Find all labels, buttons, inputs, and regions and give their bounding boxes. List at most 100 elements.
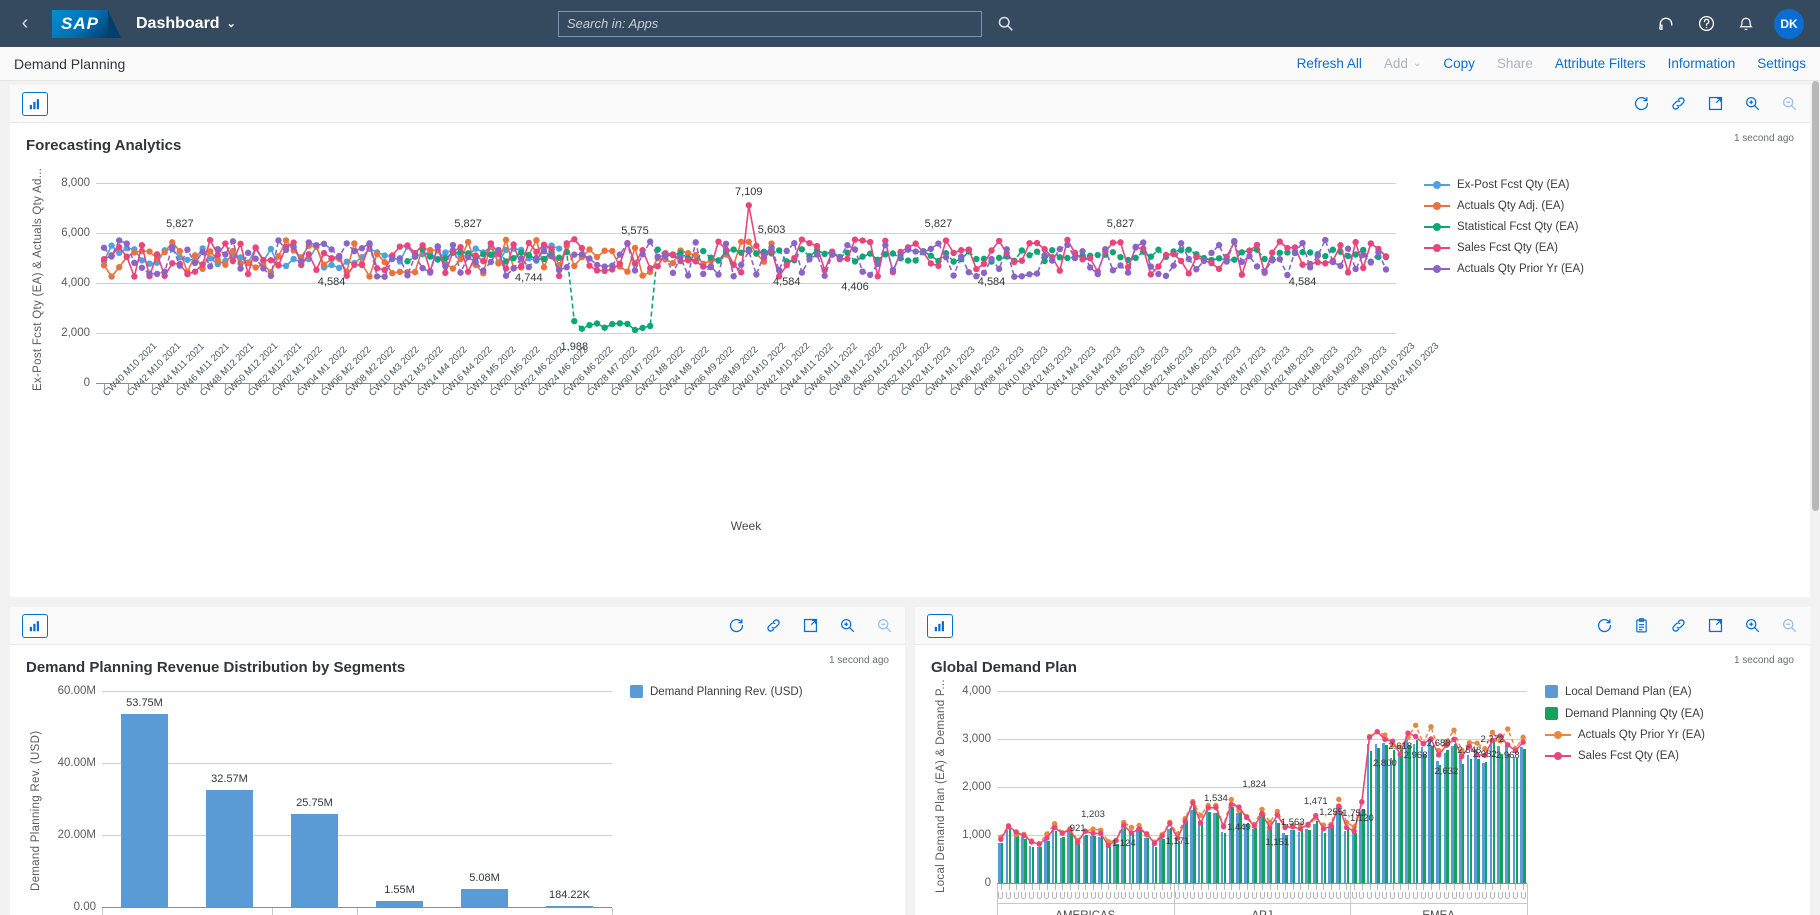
shell-title[interactable]: Dashboard ⌄ [136,15,236,33]
page-scrollbar-thumb[interactable] [1812,81,1819,511]
data-label: 1,171 [1165,835,1190,847]
link-icon[interactable] [1670,95,1687,112]
bell-icon[interactable] [1728,6,1764,42]
x-tick-mark [1292,884,1294,890]
zoom-in-icon[interactable] [839,617,856,634]
legend-item[interactable]: Sales Fcst Qty (EA) [1424,242,1584,254]
x-tick-mark [1162,884,1164,890]
x-tick-mark [1430,884,1432,890]
data-label: 2,632 [1434,765,1459,777]
share-button[interactable]: Share [1497,56,1533,71]
x-tick-mark [1046,884,1048,890]
copy-button[interactable]: Copy [1443,56,1475,71]
refresh-icon[interactable] [728,617,745,634]
zoom-in-icon[interactable] [1744,617,1761,634]
bar[interactable] [290,814,339,907]
fullscreen-icon[interactable] [802,617,819,634]
x-tick-glyph [1413,892,1419,899]
search-icon[interactable] [988,7,1022,41]
refresh-icon[interactable] [1633,95,1650,112]
attribute-filters-button[interactable]: Attribute Filters [1555,56,1646,71]
x-tick-glyph [1482,892,1488,899]
bar-value-label: 184.22K [549,889,590,902]
x-tick-mark [1461,884,1463,890]
data-label: 5,827 [166,218,194,231]
bar-value-label: 1.55M [384,884,415,897]
link-icon[interactable] [1670,617,1687,634]
link-icon[interactable] [765,617,782,634]
data-label: 1,203 [1081,809,1105,821]
legend-item[interactable]: Actuals Qty Prior Yr (EA) [1545,729,1705,741]
zoom-out-icon[interactable] [1781,95,1798,112]
x-tick-mark [902,384,904,389]
search-box[interactable] [558,10,982,37]
x-tick-mark [1077,884,1079,890]
legend-item[interactable]: Demand Planning Rev. (USD) [630,685,803,698]
zoom-in-icon[interactable] [1744,95,1761,112]
zoom-out-icon[interactable] [1781,617,1798,634]
x-tick-mark [1144,384,1146,389]
x-tick-mark [1300,884,1302,890]
data-label: 4,584 [977,276,1006,289]
x-tick-mark [1215,884,1217,890]
bar[interactable] [205,789,254,907]
legend-item[interactable]: Demand Planning Qty (EA) [1545,707,1705,720]
x-tick-glyph [1512,892,1518,899]
fullscreen-icon[interactable] [1707,95,1724,112]
data-label: 2,968 [1403,749,1428,761]
legend-item[interactable]: Statistical Fcst Qty (EA) [1424,221,1584,233]
bar[interactable] [460,888,509,907]
x-tick-mark [1354,884,1356,890]
legend-item[interactable]: Local Demand Plan (EA) [1545,685,1705,698]
x-tick-mark [1016,884,1018,890]
search-area [558,0,1022,47]
page-title: Demand Planning [14,55,126,72]
x-tick-mark [926,384,928,389]
data-label: 921 [1069,822,1086,834]
chart-type-icon[interactable] [22,613,48,638]
x-tick-glyph [1436,892,1442,899]
headset-icon[interactable] [1648,6,1684,42]
x-tick-mark [104,384,105,389]
refresh-all-button[interactable]: Refresh All [1297,56,1362,71]
x-tick-mark [273,384,275,389]
global-card-toolbar [915,607,1810,645]
x-tick-mark [1085,884,1087,890]
x-tick-mark [563,384,565,389]
x-tick-glyph [1451,892,1457,899]
information-button[interactable]: Information [1668,56,1736,71]
help-icon[interactable] [1688,6,1724,42]
bar[interactable] [545,906,594,908]
legend-label: Actuals Qty Adj. (EA) [1457,200,1565,212]
x-tick-mark [1477,884,1479,890]
sap-logo[interactable]: SAP [52,9,121,38]
legend-item[interactable]: Actuals Qty Prior Yr (EA) [1424,263,1584,275]
settings-button[interactable]: Settings [1757,56,1806,71]
add-label: Add [1383,56,1408,71]
refresh-icon[interactable] [1596,617,1613,634]
x-tick-glyph [1390,892,1396,899]
x-tick-mark [1313,384,1315,389]
x-tick-glyph [1029,892,1035,899]
x-tick-glyph [1259,892,1265,899]
legend-item[interactable]: Sales Fcst Qty (EA) [1545,750,1705,762]
bar[interactable] [375,901,424,907]
x-tick-mark [176,384,178,389]
clipboard-icon[interactable] [1633,617,1650,634]
legend-item[interactable]: Ex-Post Fcst Qty (EA) [1424,179,1584,191]
add-button[interactable]: Add ⌄ [1384,56,1421,71]
search-input[interactable] [567,16,973,31]
chart-type-icon[interactable] [927,613,953,638]
back-icon[interactable]: ‹ [6,5,44,43]
x-tick-mark [1386,384,1387,389]
legend-item[interactable]: Actuals Qty Adj. (EA) [1424,200,1584,212]
avatar[interactable]: DK [1774,8,1804,39]
page-scrollbar[interactable] [1811,81,1820,915]
x-tick-mark [1523,884,1525,890]
x-tick-mark [805,384,807,389]
zoom-out-icon[interactable] [876,617,893,634]
chart-type-icon[interactable] [22,91,48,116]
bar[interactable] [120,713,169,907]
settings-label: Settings [1757,56,1806,71]
fullscreen-icon[interactable] [1707,617,1724,634]
